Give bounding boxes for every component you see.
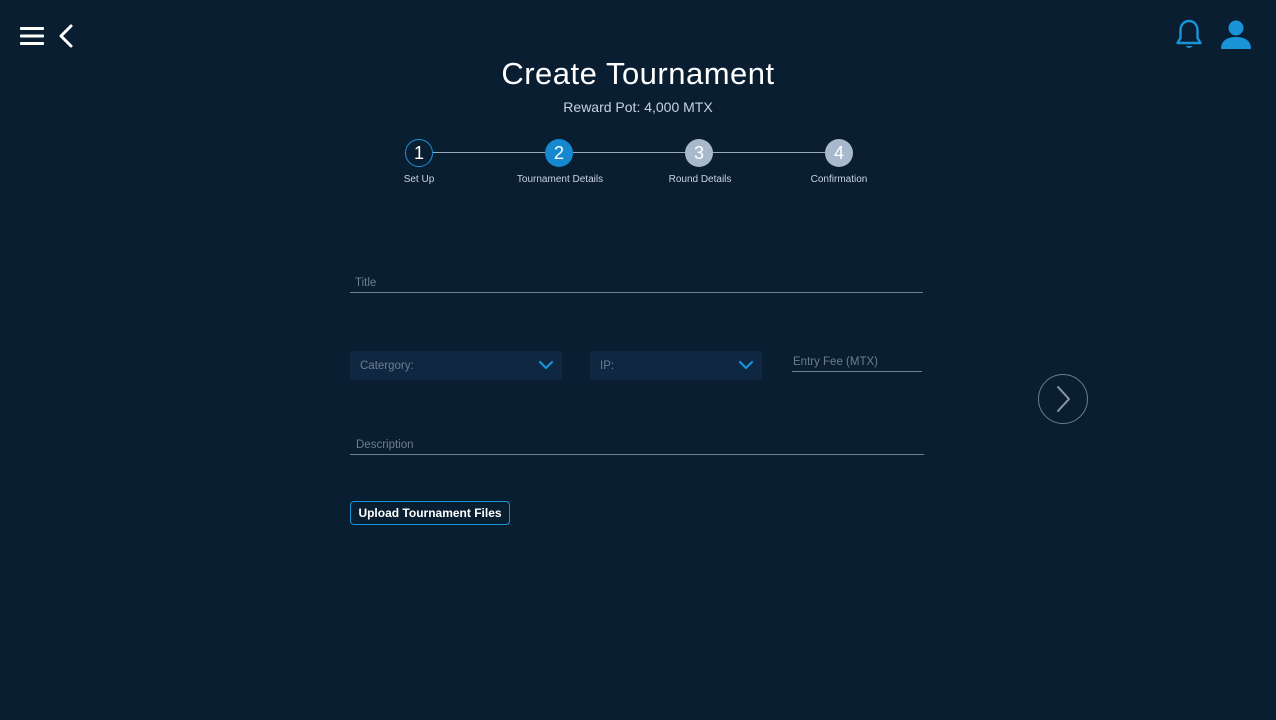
user-icon [1221,20,1251,49]
category-select[interactable]: Catergory: [350,351,562,380]
stepper-connector [573,152,685,153]
bell-icon [1176,19,1202,48]
hamburger-menu-icon [20,27,44,45]
chevron-down-icon [738,360,754,370]
title-underline [350,292,923,293]
chevron-left-icon [59,24,73,48]
stepper-connector [433,152,545,153]
back-button[interactable] [54,22,78,50]
step-4-circle[interactable]: 4 [825,139,853,167]
stepper-connector [713,152,825,153]
step-4-label: Confirmation [810,174,868,185]
step-3-circle[interactable]: 3 [685,139,713,167]
reward-pot-text: Reward Pot: 4,000 MTX [563,99,713,115]
notifications-button[interactable] [1172,18,1206,52]
category-label: Catergory: [360,359,414,372]
description-placeholder: Description [356,439,414,451]
profile-button[interactable] [1216,18,1256,52]
step-1-circle[interactable]: 1 [405,139,433,167]
step-1-label: Set Up [403,174,435,185]
step-3-label: Round Details [668,174,732,185]
chevron-right-icon [1057,386,1070,412]
title-placeholder: Title [355,277,377,289]
step-2-label: Tournament Details [516,174,604,185]
description-underline [350,454,924,455]
next-step-button[interactable] [1038,374,1088,424]
menu-button[interactable] [18,22,46,50]
step-2-circle[interactable]: 2 [545,139,573,167]
entry-fee-underline [792,371,922,372]
ip-label: IP: [600,359,615,372]
entry-fee-placeholder: Entry Fee (MTX) [793,356,878,368]
chevron-down-icon [538,360,554,370]
ip-select[interactable]: IP: [590,351,762,380]
upload-tournament-files-button[interactable]: Upload Tournament Files [350,501,510,525]
page-title: Create Tournament [501,56,775,91]
